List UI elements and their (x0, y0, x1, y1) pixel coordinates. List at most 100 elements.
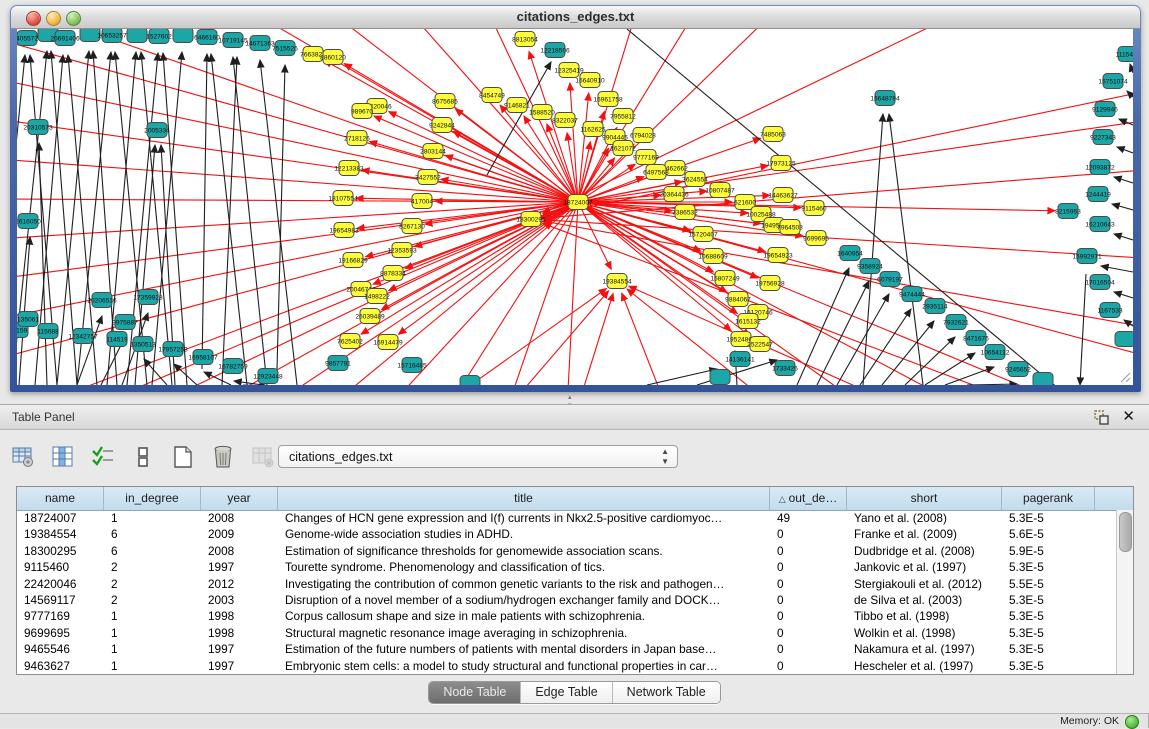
network-node-115688[interactable]: 115688 (37, 324, 59, 339)
network-node-10807487[interactable]: 10807487 (705, 183, 735, 198)
table-settings-icon[interactable] (10, 444, 36, 470)
network-node-17973125[interactable]: 17973125 (766, 156, 796, 171)
network-node-12213383[interactable]: 12213383 (334, 161, 364, 176)
network-node-1167533[interactable]: 1167533 (1097, 303, 1123, 318)
network-node-1350513[interactable]: 1350513 (130, 337, 156, 352)
table-row[interactable]: 1830029562008Estimation of significance … (17, 543, 1117, 559)
network-node-3427552[interactable]: 3427552 (415, 170, 441, 185)
network-node-10688609[interactable]: 10688609 (698, 249, 728, 264)
network-edge[interactable] (882, 321, 934, 385)
network-edge[interactable] (1101, 266, 1133, 272)
network-node-26039489[interactable]: 26039489 (355, 309, 385, 324)
network-node-9777169[interactable]: 9777169 (633, 150, 659, 165)
table-selector-dropdown[interactable]: citations_edges.txt ▲▼ (278, 445, 678, 468)
network-node-1244419[interactable]: 1244419 (1085, 187, 1111, 202)
tab-node-table[interactable]: Node Table (429, 682, 521, 703)
network-node-1527602[interactable]: 1527602 (146, 29, 172, 44)
network-node-1621072[interactable]: 1621072 (610, 141, 636, 156)
network-node-9474444[interactable]: 9474444 (899, 287, 925, 302)
table-row[interactable]: 946554611997Estimation of the future num… (17, 641, 1117, 657)
network-node-19654983[interactable]: 19654983 (329, 223, 359, 238)
network-edge[interactable] (222, 57, 237, 385)
network-node-8860120[interactable]: 8860120 (320, 50, 346, 65)
network-edge[interactable] (369, 142, 578, 202)
network-node-6497568[interactable]: 6497568 (643, 165, 669, 180)
float-window-icon[interactable] (1094, 410, 1109, 425)
network-edge[interactable] (578, 202, 1133, 359)
network-node-9242844[interactable]: 9242844 (429, 118, 455, 133)
network-edge[interactable] (905, 337, 955, 385)
network-edge[interactable] (543, 29, 967, 213)
network-edge[interactable] (1117, 147, 1133, 153)
network-node-1615132[interactable]: 1615132 (735, 314, 761, 329)
table-scrollbar[interactable] (1116, 510, 1133, 674)
network-node-9146821[interactable]: 9146821 (504, 98, 530, 113)
column-header-name[interactable]: name (17, 487, 104, 510)
network-edge[interactable] (1114, 234, 1133, 240)
network-edge[interactable] (1080, 274, 1086, 385)
network-node-10654112[interactable]: 10654112 (981, 345, 1010, 360)
tab-edge-table[interactable]: Edge Table (521, 682, 612, 703)
resize-grip-icon[interactable] (1117, 369, 1131, 383)
network-node-17016504[interactable]: 17016504 (1085, 275, 1115, 290)
network-edge[interactable] (967, 384, 1017, 385)
network-node-9245652[interactable]: 9245652 (1005, 362, 1031, 377)
network-node-8322037[interactable]: 8322037 (552, 113, 578, 128)
table-row[interactable]: 1456911722003Disruption of a novel membe… (17, 592, 1117, 608)
tab-network-table[interactable]: Network Table (613, 682, 720, 703)
network-edge[interactable] (1112, 204, 1133, 210)
network-node-3624554[interactable]: 3624554 (682, 172, 708, 187)
column-header-title[interactable]: title (278, 487, 770, 510)
network-node-9975887[interactable]: 9975887 (112, 315, 138, 330)
network-node-1115490[interactable]: 1115490 (1116, 47, 1133, 62)
network-node-7515526[interactable]: 7515526 (272, 41, 298, 56)
network-node-7625402[interactable]: 7625402 (337, 334, 363, 349)
network-node-7932621[interactable]: 7932621 (943, 315, 969, 330)
table-row[interactable]: 969969511998Structural magnetic resonanc… (17, 625, 1117, 641)
show-column-icon[interactable] (50, 444, 76, 470)
network-edge[interactable] (863, 114, 883, 385)
network-edge[interactable] (17, 29, 578, 202)
network-node-6079197[interactable]: 6079197 (877, 272, 903, 287)
network-node-8675685[interactable]: 8675685 (432, 94, 458, 109)
network-node-114519[interactable]: 114519 (106, 332, 128, 347)
network-node-15992971[interactable]: 15992971 (1072, 249, 1102, 264)
table-row[interactable]: 977716911998Corpus callosum shape and si… (17, 608, 1117, 624)
network-node-2522547[interactable]: 2522547 (747, 337, 773, 352)
network-node-2935114[interactable]: 2935114 (922, 299, 948, 314)
network-node-16210643[interactable]: 16210643 (1085, 217, 1115, 232)
network-edge[interactable] (260, 60, 297, 385)
network-node-2616050[interactable]: 2616050 (17, 214, 41, 229)
network-node-19384554[interactable]: 19384554 (602, 274, 632, 289)
network-node[interactable] (710, 370, 730, 385)
network-node-2005334[interactable]: 2005334 (144, 123, 170, 138)
network-node-14463627[interactable]: 14463627 (768, 188, 798, 203)
network-edge[interactable] (507, 202, 578, 385)
network-edge[interactable] (578, 202, 750, 336)
network-node-16648794[interactable]: 16648794 (870, 91, 900, 106)
network-node-9699695[interactable]: 9699695 (803, 231, 829, 246)
network-node[interactable] (127, 29, 147, 43)
network-node[interactable] (1033, 373, 1053, 386)
network-node-14671363[interactable]: 14671363 (245, 36, 275, 51)
network-node-8454749[interactable]: 8454749 (479, 88, 505, 103)
network-node-14136141[interactable]: 14136141 (725, 352, 755, 367)
network-edge[interactable] (544, 221, 1133, 329)
column-header-in_degree[interactable]: in_degree (104, 487, 201, 510)
table-row[interactable]: 946362711997Embryonic stem cells: a mode… (17, 658, 1117, 674)
network-node-9115460[interactable]: 9115460 (801, 201, 827, 216)
network-node-20206536[interactable]: 20206536 (87, 293, 117, 308)
network-node-6794028[interactable]: 6794028 (630, 128, 656, 143)
network-edge[interactable] (622, 293, 667, 385)
network-edge[interactable] (17, 202, 578, 279)
network-edge[interactable] (437, 289, 606, 385)
delete-table-icon[interactable] (210, 444, 236, 470)
table-row[interactable]: 2242004622012Investigating the contribut… (17, 576, 1117, 592)
network-node-15751074[interactable]: 15751074 (1098, 74, 1128, 89)
network-node-2718126[interactable]: 2718126 (344, 131, 370, 146)
network-edge[interactable] (1114, 177, 1133, 183)
network-node-9884067[interactable]: 9884067 (725, 292, 751, 307)
network-node[interactable] (1115, 332, 1133, 347)
column-header-year[interactable]: year (201, 487, 278, 510)
network-node-7485063[interactable]: 7485063 (760, 127, 786, 142)
